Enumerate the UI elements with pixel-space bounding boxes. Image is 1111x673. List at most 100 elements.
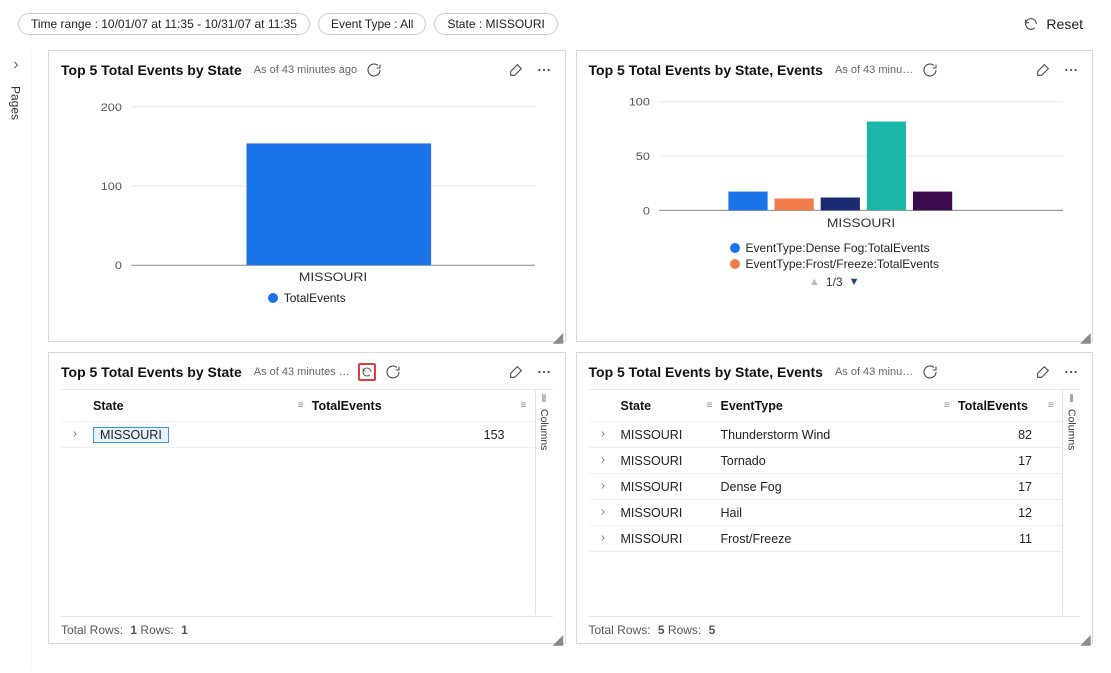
edit-icon[interactable] <box>507 61 525 79</box>
card-header: Top 5 Total Events by State As of 43 min… <box>61 59 553 81</box>
card-title: Top 5 Total Events by State <box>61 364 242 380</box>
cell-total: 11 <box>958 532 1048 546</box>
card-actions <box>1034 363 1080 381</box>
more-icon[interactable] <box>535 363 553 381</box>
expand-row-icon[interactable] <box>589 454 617 468</box>
edit-icon[interactable] <box>1034 363 1052 381</box>
svg-text:0: 0 <box>115 259 123 272</box>
legend-pager: ▲ 1/3 ▼ <box>809 275 859 289</box>
cell-state: MISSOURI <box>89 425 298 445</box>
legend-item-frost-freeze: EventType:Frost/Freeze:TotalEvents <box>730 257 939 271</box>
refresh-icon[interactable] <box>365 61 383 79</box>
footer-rows-value: 1 <box>181 623 188 637</box>
cell-state: MISSOURI <box>617 428 707 442</box>
table-header-row: State ≡ TotalEvents ≡ <box>61 390 535 422</box>
col-totalevents[interactable]: TotalEvents <box>958 399 1048 413</box>
footer-rows-value: 5 <box>709 623 716 637</box>
columns-icon: ⦀ <box>1069 394 1073 405</box>
more-icon[interactable] <box>535 61 553 79</box>
card-actions <box>507 363 553 381</box>
svg-text:100: 100 <box>628 96 650 109</box>
cell-eventtype: Dense Fog <box>721 480 945 494</box>
edit-icon[interactable] <box>507 363 525 381</box>
refresh-icon[interactable] <box>921 61 939 79</box>
table-row[interactable]: MISSOURIDense Fog17 <box>589 474 1063 500</box>
refresh-icon[interactable] <box>921 363 939 381</box>
col-state[interactable]: State <box>89 399 298 413</box>
resize-handle-icon: ◢ <box>553 631 563 641</box>
col-menu-icon[interactable]: ≡ <box>521 400 535 411</box>
columns-rail[interactable]: ⦀ Columns <box>1062 389 1080 615</box>
table-row[interactable]: MISSOURI Tornado 17 <box>589 448 1063 474</box>
cell-eventtype: Frost/Freeze <box>721 532 945 546</box>
footer-total-rows-label: Total Rows: <box>589 623 651 637</box>
cell-eventtype: Hail <box>721 506 945 520</box>
dashboard-board: Top 5 Total Events by State As of 43 min… <box>48 50 1093 661</box>
legend-label: EventType:Frost/Freeze:TotalEvents <box>746 257 939 271</box>
cell-state: MISSOURI <box>617 532 707 546</box>
cell-eventtype: Tornado <box>721 454 945 468</box>
svg-text:200: 200 <box>101 101 123 114</box>
col-menu-icon[interactable]: ≡ <box>1048 400 1062 411</box>
edit-icon[interactable] <box>1034 61 1052 79</box>
col-menu-icon[interactable]: ≡ <box>298 400 312 411</box>
filter-time-range[interactable]: Time range : 10/01/07 at 11:35 - 10/31/0… <box>18 13 310 35</box>
legend-swatch-icon <box>730 259 740 269</box>
table-row[interactable]: MISSOURI Frost/Freeze 11 <box>589 526 1063 552</box>
svg-text:50: 50 <box>635 150 650 163</box>
filter-bar: Time range : 10/01/07 at 11:35 - 10/31/0… <box>18 10 1093 38</box>
legend-item-dense-fog: EventType:Dense Fog:TotalEvents <box>730 241 939 255</box>
col-menu-icon[interactable]: ≡ <box>944 400 958 411</box>
cell-total: 153 <box>312 428 521 442</box>
col-state[interactable]: State <box>617 399 707 413</box>
col-menu-icon[interactable]: ≡ <box>707 400 721 411</box>
table-row[interactable]: MISSOURI 153 <box>61 422 535 448</box>
asof-label: As of 43 minutes ago <box>254 64 357 76</box>
legend-swatch-icon <box>268 293 278 303</box>
footer-total-rows-label: Total Rows: <box>61 623 123 637</box>
expand-row-icon[interactable] <box>61 428 89 442</box>
table-footer: Total Rows: 1 Rows: 1 <box>61 616 553 637</box>
more-icon[interactable] <box>1062 363 1080 381</box>
table-wrap: State ≡ EventType ≡ TotalEvents ≡ MISSOU… <box>589 389 1081 615</box>
card-title: Top 5 Total Events by State, Events <box>589 62 823 78</box>
pages-label[interactable]: Pages <box>9 86 23 120</box>
card-header: Top 5 Total Events by State As of 43 min… <box>61 361 553 383</box>
pager-prev-icon[interactable]: ▲ <box>809 276 820 288</box>
asof-label: As of 43 minutes … <box>254 366 350 378</box>
col-totalevents[interactable]: TotalEvents <box>312 399 521 413</box>
filter-event-type[interactable]: Event Type : All <box>318 13 427 35</box>
expand-row-icon[interactable] <box>589 506 617 520</box>
footer-rows-label: Rows: <box>140 623 173 637</box>
cell-total: 17 <box>958 454 1048 468</box>
pager-next-icon[interactable]: ▼ <box>849 276 860 288</box>
table-header-row: State ≡ EventType ≡ TotalEvents ≡ <box>589 390 1063 422</box>
filter-state[interactable]: State : MISSOURI <box>434 13 557 35</box>
table-row[interactable]: MISSOURIThunderstorm Wind82 <box>589 422 1063 448</box>
svg-text:0: 0 <box>642 204 650 217</box>
expand-row-icon[interactable] <box>589 480 617 494</box>
more-icon[interactable] <box>1062 61 1080 79</box>
footer-rows-label: Rows: <box>668 623 701 637</box>
legend-label: TotalEvents <box>284 291 346 305</box>
card-total-events-by-state-events-chart: Top 5 Total Events by State, Events As o… <box>576 50 1094 342</box>
refresh-icon[interactable] <box>384 363 402 381</box>
columns-label: Columns <box>1066 409 1078 450</box>
cell-total: 17 <box>958 480 1048 494</box>
cell-state: MISSOURI <box>617 454 707 468</box>
cell-total: 82 <box>958 428 1048 442</box>
expand-pages-icon[interactable] <box>10 58 22 74</box>
reset-icon[interactable] <box>358 363 376 381</box>
expand-row-icon[interactable] <box>589 428 617 442</box>
expand-row-icon[interactable] <box>589 532 617 546</box>
col-eventtype[interactable]: EventType <box>721 399 945 413</box>
reset-button[interactable]: Reset <box>1012 11 1093 37</box>
card-total-events-by-state-table: Top 5 Total Events by State As of 43 min… <box>48 352 566 644</box>
columns-rail[interactable]: ⦀ Columns <box>535 389 553 615</box>
footer-total-rows-value: 1 <box>130 623 137 637</box>
card-actions <box>507 61 553 79</box>
table-row[interactable]: MISSOURIHail12 <box>589 500 1063 526</box>
legend-item-totalevents: TotalEvents <box>268 291 346 305</box>
cell-state: MISSOURI <box>617 506 707 520</box>
card-header: Top 5 Total Events by State, Events As o… <box>589 59 1081 81</box>
